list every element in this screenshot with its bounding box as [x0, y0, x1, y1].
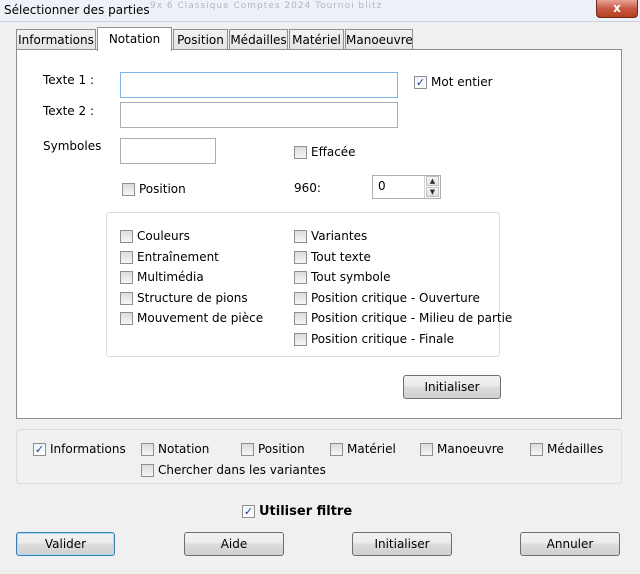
checkbox-icon	[294, 229, 307, 243]
checkbox-icon	[420, 442, 433, 456]
filter-label: Informations	[50, 442, 126, 456]
filter-materiel[interactable]: Matériel	[330, 442, 396, 456]
effacee-label: Effacée	[311, 145, 356, 159]
checkbox-icon	[122, 182, 135, 196]
use-filter-label: Utiliser filtre	[259, 504, 353, 519]
option-position-critique-milieu[interactable]: Position critique - Milieu de partie	[294, 311, 512, 325]
checkbox-icon	[530, 442, 543, 456]
texte1-label: Texte 1 :	[43, 73, 94, 87]
option-label: Variantes	[311, 229, 368, 243]
checkbox-icon	[120, 311, 133, 325]
cancel-button[interactable]: Annuler	[520, 532, 620, 556]
option-position-critique-finale[interactable]: Position critique - Finale	[294, 332, 454, 346]
option-label: Structure de pions	[137, 291, 248, 305]
spinner-arrows: ▲ ▼	[424, 176, 440, 198]
spin-up-icon[interactable]: ▲	[426, 176, 439, 186]
tab-medailles[interactable]: Médailles	[229, 29, 288, 50]
tab-informations[interactable]: Informations	[16, 29, 96, 50]
texte2-input[interactable]	[120, 102, 398, 128]
filter-manoeuvre[interactable]: Manoeuvre	[420, 442, 504, 456]
notation-reset-button[interactable]: Initialiser	[403, 375, 501, 399]
option-mouvement-de-piece[interactable]: Mouvement de pièce	[120, 311, 263, 325]
option-label: Couleurs	[137, 229, 190, 243]
close-button[interactable]: x	[596, 0, 638, 18]
checkbox-icon	[141, 442, 154, 456]
option-label: Tout symbole	[311, 270, 391, 284]
use-filter-checkbox[interactable]: ✓ Utiliser filtre	[242, 504, 352, 519]
effacee-checkbox[interactable]: Effacée	[294, 145, 356, 159]
option-label: Position critique - Ouverture	[311, 291, 480, 305]
option-position-critique-ouverture[interactable]: Position critique - Ouverture	[294, 291, 480, 305]
option-label: Multimédia	[137, 270, 204, 284]
search-variants-label: Chercher dans les variantes	[158, 463, 326, 477]
checkbox-icon	[294, 270, 307, 284]
checkbox-icon	[294, 332, 307, 346]
counter-value: 0	[378, 179, 386, 193]
option-label: Mouvement de pièce	[137, 311, 264, 325]
texte1-input[interactable]	[120, 72, 398, 98]
checkbox-icon	[294, 311, 307, 325]
option-multimedia[interactable]: Multimédia	[120, 270, 204, 284]
filter-position[interactable]: Position	[241, 442, 305, 456]
filter-label: Notation	[158, 442, 210, 456]
counter-label: 960:	[294, 181, 321, 195]
background-window-ghost: 9x 6 Classique Comptes 2024 Tournoi blit…	[150, 1, 383, 11]
checkbox-icon	[294, 291, 307, 305]
spin-down-icon[interactable]: ▼	[426, 187, 439, 197]
title-bar: 9x 6 Classique Comptes 2024 Tournoi blit…	[0, 0, 640, 22]
option-couleurs[interactable]: Couleurs	[120, 229, 190, 243]
checkbox-icon	[330, 442, 343, 456]
checkbox-icon	[141, 463, 154, 477]
tab-materiel[interactable]: Matériel	[289, 29, 344, 50]
help-button[interactable]: Aide	[184, 532, 284, 556]
checkbox-icon	[241, 442, 254, 456]
filter-notation[interactable]: Notation	[141, 442, 209, 456]
checkbox-icon	[120, 291, 133, 305]
mot-entier-label: Mot entier	[431, 75, 493, 89]
position-label: Position	[139, 182, 186, 196]
position-checkbox[interactable]: Position	[122, 182, 186, 196]
counter-spinner[interactable]: 0 ▲ ▼	[372, 175, 441, 199]
option-structure-de-pions[interactable]: Structure de pions	[120, 291, 248, 305]
texte2-label: Texte 2 :	[43, 104, 94, 118]
checkbox-icon	[120, 229, 133, 243]
close-icon: x	[613, 1, 621, 15]
filter-label: Manoeuvre	[437, 442, 504, 456]
mot-entier-checkbox[interactable]: ✓ Mot entier	[414, 75, 493, 89]
tab-position[interactable]: Position	[173, 29, 228, 50]
filter-label: Matériel	[347, 442, 396, 456]
filter-label: Position	[258, 442, 305, 456]
symboles-label: Symboles	[43, 139, 102, 153]
option-variantes[interactable]: Variantes	[294, 229, 367, 243]
option-label: Position critique - Finale	[311, 332, 455, 346]
window-title: Sélectionner des parties	[4, 3, 150, 17]
validate-button[interactable]: Valider	[16, 532, 115, 556]
filter-medailles[interactable]: Médailles	[530, 442, 603, 456]
filter-label: Médailles	[547, 442, 604, 456]
tab-notation[interactable]: Notation	[97, 27, 172, 51]
option-tout-symbole[interactable]: Tout symbole	[294, 270, 390, 284]
option-entrainement[interactable]: Entraînement	[120, 250, 219, 264]
checkbox-icon	[120, 270, 133, 284]
tab-manoeuvre[interactable]: Manoeuvre	[345, 29, 413, 50]
checkbox-icon	[120, 250, 133, 264]
symboles-input[interactable]	[120, 138, 216, 164]
option-label: Tout texte	[311, 250, 371, 264]
check-icon: ✓	[414, 75, 427, 89]
option-tout-texte[interactable]: Tout texte	[294, 250, 371, 264]
option-label: Position critique - Milieu de partie	[311, 311, 513, 325]
filter-informations[interactable]: ✓ Informations	[33, 442, 126, 456]
search-variants-checkbox[interactable]: Chercher dans les variantes	[141, 463, 326, 477]
reset-button[interactable]: Initialiser	[352, 532, 452, 556]
check-icon: ✓	[242, 505, 255, 518]
option-label: Entraînement	[137, 250, 219, 264]
check-icon: ✓	[33, 442, 46, 456]
checkbox-icon	[294, 250, 307, 264]
checkbox-icon	[294, 145, 307, 159]
